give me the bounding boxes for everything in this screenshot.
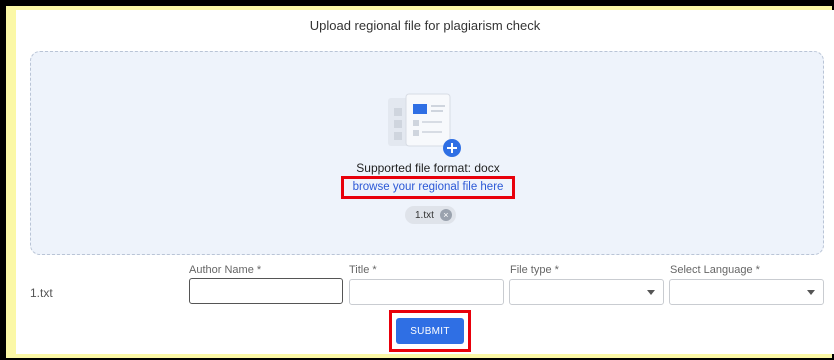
page-frame: Upload regional file for plagiarism chec… [0,0,834,360]
filetype-select[interactable] [509,279,664,305]
document-upload-icon [388,93,461,157]
file-chip: 1.txt × [405,206,456,224]
author-name-input[interactable] [189,278,343,304]
submit-button[interactable]: SUBMIT [396,318,464,344]
chevron-down-icon [807,290,815,295]
file-dropzone[interactable]: Supported file format: docx browse your … [30,51,824,255]
title-input[interactable] [349,279,504,305]
row-file-name: 1.txt [30,286,53,300]
browse-file-link[interactable]: browse your regional file here [344,179,512,196]
browse-highlight: browse your regional file here [341,176,515,199]
page-title: Upload regional file for plagiarism chec… [309,18,541,33]
close-icon[interactable]: × [439,209,452,221]
chevron-down-icon [647,290,655,295]
submit-highlight: SUBMIT [389,310,471,352]
supported-format-text: Supported file format: docx [356,161,500,175]
language-label: Select Language * [670,264,760,276]
filetype-label: File type * [510,264,559,276]
title-label: Title * [349,264,377,276]
upload-panel: Upload regional file for plagiarism chec… [16,10,834,354]
language-select[interactable] [669,279,824,305]
file-chip-label: 1.txt [415,209,434,221]
author-label: Author Name * [189,264,262,276]
